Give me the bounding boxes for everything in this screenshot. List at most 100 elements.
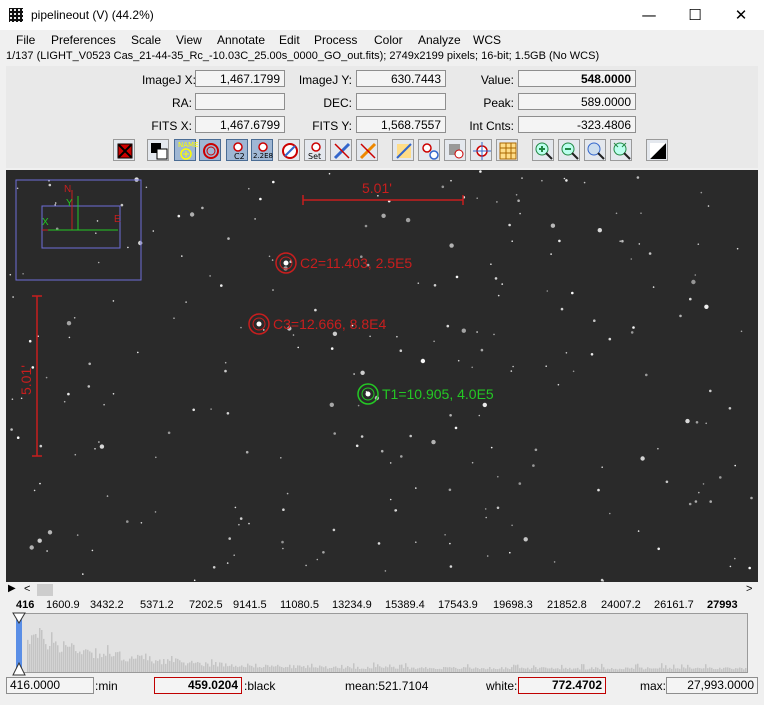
- histogram-bar: [733, 669, 735, 672]
- histogram-bar: [567, 669, 569, 672]
- menu-edit[interactable]: Edit: [279, 33, 300, 47]
- multi-aperture-icon: [422, 143, 439, 160]
- menu-scale[interactable]: Scale: [131, 33, 161, 47]
- black-slider-top-handle[interactable]: [12, 612, 26, 624]
- histogram-bar: [131, 656, 133, 672]
- clear-overlay-button[interactable]: [113, 139, 135, 161]
- menu-wcs[interactable]: WCS: [473, 33, 501, 47]
- minimize-button[interactable]: —: [626, 0, 672, 30]
- aperture-ring-button[interactable]: [199, 139, 221, 161]
- histogram-bar: [305, 668, 307, 672]
- fits-x-field[interactable]: 1,467.6799: [195, 116, 285, 133]
- histogram-bar: [539, 667, 541, 672]
- histogram-bar: [679, 668, 681, 672]
- overlay-layer: N E X Y 5.01' 5.01' C2=11.403, 2.5E5 C3=…: [15, 179, 494, 457]
- histogram-bar: [315, 667, 317, 672]
- intcnts-field[interactable]: -323.4806: [518, 116, 636, 133]
- histogram[interactable]: [16, 613, 748, 673]
- histogram-bar: [571, 669, 573, 672]
- value-field[interactable]: 548.0000: [518, 70, 636, 87]
- histogram-bar: [143, 659, 145, 672]
- menu-process[interactable]: Process: [314, 33, 357, 47]
- aperture-t1[interactable]: T1=10.905, 4.0E5: [357, 383, 494, 405]
- scale-bar-v-label: 5.01': [18, 365, 34, 395]
- min-field[interactable]: 416.0000: [6, 677, 94, 694]
- histogram-bar: [259, 667, 261, 672]
- show-counts-button[interactable]: 2.2E8: [251, 139, 273, 161]
- histogram-bar: [529, 669, 531, 672]
- zoom-full-button[interactable]: [610, 139, 632, 161]
- scroll-right-icon[interactable]: >: [746, 583, 752, 595]
- invert-icon: [650, 143, 666, 159]
- menu-preferences[interactable]: Preferences: [51, 33, 116, 47]
- black-field[interactable]: 459.0204: [154, 677, 242, 694]
- menu-annotate[interactable]: Annotate: [217, 33, 265, 47]
- white-field[interactable]: 772.4702: [518, 677, 606, 694]
- set-aperture-button[interactable]: Set: [304, 139, 326, 161]
- black-level-slider[interactable]: [10, 611, 40, 677]
- centroid-button[interactable]: [470, 139, 492, 161]
- show-comp-button[interactable]: C2: [226, 139, 248, 161]
- plot-profile-button[interactable]: [392, 139, 414, 161]
- histogram-bar: [721, 669, 723, 672]
- histogram-bar: [395, 668, 397, 672]
- histogram-bar: [577, 667, 579, 672]
- align-stack-button[interactable]: [444, 139, 466, 161]
- image-canvas[interactable]: N E X Y 5.01' 5.01' C2=11.403, 2.5E5 C3=…: [6, 170, 758, 582]
- histogram-bar: [455, 667, 457, 672]
- histogram-bar: [215, 662, 217, 672]
- scroll-left-icon[interactable]: <: [24, 583, 30, 595]
- measure-tool-button[interactable]: [330, 139, 352, 161]
- crosshair-icon: [473, 142, 491, 160]
- histogram-bar: [499, 668, 501, 672]
- histogram-bar: [619, 668, 621, 672]
- imagej-x-field[interactable]: 1,467.1799: [195, 70, 285, 87]
- zoom-out-button[interactable]: [558, 139, 580, 161]
- zoom-fit-button[interactable]: [584, 139, 606, 161]
- remove-aperture-button[interactable]: [278, 139, 300, 161]
- scale-bar-h-label: 5.01': [362, 180, 392, 196]
- play-icon[interactable]: ▶: [8, 583, 16, 594]
- histogram-bar: [639, 667, 641, 672]
- scroll-thumb[interactable]: [37, 584, 53, 596]
- histogram-bar: [219, 662, 221, 672]
- histogram-bar: [543, 667, 545, 672]
- close-button[interactable]: ✕: [718, 0, 764, 30]
- black-slider-bottom-handle[interactable]: [12, 661, 26, 676]
- histogram-bar: [477, 668, 479, 672]
- histogram-bar: [133, 658, 135, 672]
- max-field[interactable]: 27,993.0000: [666, 677, 758, 694]
- stack-scrollbar[interactable]: ▶ < >: [6, 583, 758, 598]
- histogram-bar: [439, 668, 441, 672]
- histogram-bar: [507, 668, 509, 672]
- maximize-button[interactable]: ☐: [672, 0, 718, 30]
- multi-aperture-button[interactable]: [418, 139, 440, 161]
- tick-label: 26161.7: [654, 599, 694, 611]
- invert-button[interactable]: [646, 139, 668, 161]
- histogram-bar: [453, 667, 455, 672]
- menu-view[interactable]: View: [176, 33, 202, 47]
- histogram-bar: [231, 664, 233, 672]
- histogram-bar: [715, 669, 717, 672]
- histogram-bar: [331, 668, 333, 672]
- imagej-y-label: ImageJ Y:: [298, 73, 352, 87]
- menu-file[interactable]: File: [16, 33, 35, 47]
- histogram-bar: [553, 668, 555, 672]
- aperture-c2[interactable]: C2=11.403, 2.5E5: [275, 252, 412, 274]
- menu-analyze[interactable]: Analyze: [418, 33, 461, 47]
- aperture-c3[interactable]: C3=12.666, 8.8E4: [248, 313, 386, 335]
- annotate-tool-button[interactable]: [356, 139, 378, 161]
- display-settings-button[interactable]: [147, 139, 169, 161]
- ra-field[interactable]: [195, 93, 285, 110]
- histogram-bar: [549, 668, 551, 672]
- measurements-table-button[interactable]: [496, 139, 518, 161]
- menu-color[interactable]: Color: [374, 33, 403, 47]
- histogram-bar: [383, 667, 385, 672]
- zoom-in-button[interactable]: [532, 139, 554, 161]
- histogram-bar: [437, 669, 439, 672]
- show-name-button[interactable]: NAME: [174, 139, 199, 161]
- histogram-bar: [459, 669, 461, 672]
- peak-label: Peak:: [483, 96, 514, 110]
- peak-field[interactable]: 589.0000: [518, 93, 636, 110]
- tick-label: 17543.9: [438, 599, 478, 611]
